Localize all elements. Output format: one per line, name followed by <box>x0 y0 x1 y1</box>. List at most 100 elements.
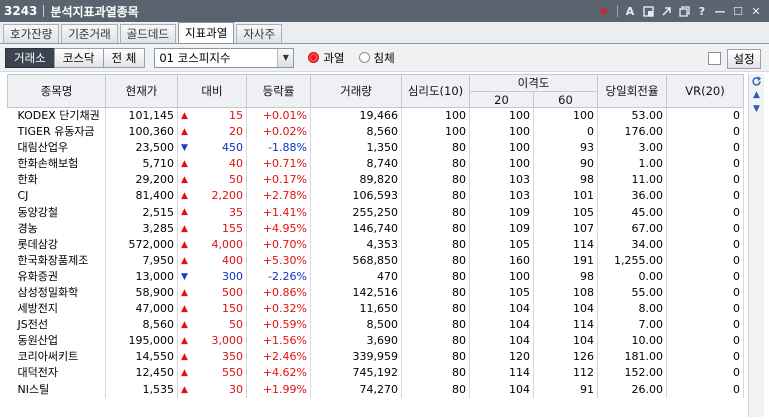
table-row[interactable]: 대덕전자 12,450 ▲ 550 +4.62% 745,192 80 114 112 152.0… <box>7 365 744 382</box>
window-controls: ▶ A ? — ☐ ✕ <box>596 2 769 20</box>
header-volume[interactable]: 거래량 <box>310 74 402 108</box>
tab-indicator-overheat[interactable]: 지표과열 <box>177 22 235 43</box>
table-row[interactable]: 동양강철 2,515 ▲ 35 +1.41% 255,250 80 109 105 45.00 0 <box>7 204 744 221</box>
table-row[interactable]: 세방전지 47,000 ▲ 150 +0.32% 11,650 80 104 104 8.00 0 <box>7 301 744 318</box>
cell-name[interactable]: 한국화장품제조 <box>7 252 106 269</box>
link-icon[interactable] <box>657 2 675 20</box>
header-disparity-20[interactable]: 20 <box>469 91 534 108</box>
cell-psych: 80 <box>401 301 470 318</box>
radio-recession-dot[interactable] <box>358 52 370 63</box>
header-disparity-60[interactable]: 60 <box>533 91 598 108</box>
cell-name[interactable]: 한화 <box>7 172 106 189</box>
cell-psych: 80 <box>401 333 470 350</box>
market-kosdaq-button[interactable]: 코스닥 <box>53 47 104 68</box>
cell-name[interactable]: 코리아써키트 <box>7 349 106 366</box>
index-select[interactable]: 01 코스피지수 ▼ <box>154 47 295 68</box>
radio-overheat[interactable]: 과열 <box>308 50 345 66</box>
chevron-down-icon[interactable]: ▼ <box>277 48 294 67</box>
maximize-icon[interactable]: ☐ <box>729 2 747 20</box>
table-row[interactable]: 코리아써키트 14,550 ▲ 350 +2.46% 339,959 80 120 126 181… <box>7 349 744 366</box>
cell-psych: 80 <box>401 236 470 253</box>
radio-recession[interactable]: 침체 <box>358 50 395 66</box>
font-icon[interactable]: A <box>621 2 639 20</box>
scroll-up-icon[interactable]: ▲ <box>749 88 764 102</box>
table-row[interactable]: 유화증권 13,000 ▼ 300 -2.26% 470 80 100 98 0.00 0 <box>7 268 744 285</box>
market-all-button[interactable]: 전 체 <box>102 47 146 68</box>
cell-name[interactable]: NI스틸 <box>7 381 106 398</box>
cell-name[interactable]: 한화손해보험 <box>7 156 106 173</box>
cell-price: 8,560 <box>105 317 178 334</box>
cell-price: 47,000 <box>105 301 178 318</box>
cell-name[interactable]: KODEX 단기채권 <box>7 107 106 124</box>
window-list-icon[interactable] <box>675 2 693 20</box>
table-row[interactable]: TIGER 유동자금 100,360 ▲ 20 +0.02% 8,560 100 100 0 17… <box>7 124 744 141</box>
close-icon[interactable]: ✕ <box>747 2 765 20</box>
table-row[interactable]: 경농 3,285 ▲ 155 +4.95% 146,740 80 109 107 67.00 0 <box>7 220 744 237</box>
cell-name[interactable]: 삼성정밀화학 <box>7 284 106 302</box>
table-row[interactable]: 한화 29,200 ▲ 50 +0.17% 89,820 80 103 98 11.00 0 <box>7 172 744 189</box>
cell-name[interactable]: 대림산업우 <box>7 140 106 157</box>
header-vr[interactable]: VR(20) <box>666 74 744 108</box>
table-row[interactable]: 롯데삼강 572,000 ▲ 4,000 +0.70% 4,353 80 105 114 34.0… <box>7 236 744 253</box>
table-row[interactable]: 삼성정밀화학 58,900 ▲ 500 +0.86% 142,516 80 105 108 55.… <box>7 284 744 302</box>
cell-psych: 80 <box>401 349 470 366</box>
cell-volume: 568,850 <box>310 252 402 269</box>
table-row[interactable]: CJ 81,400 ▲ 2,200 +2.78% 106,593 80 103 101 36.00… <box>7 188 744 205</box>
option-checkbox[interactable] <box>708 52 721 65</box>
table-row[interactable]: NI스틸 1,535 ▲ 30 +1.99% 74,270 80 104 91 26.00 0 <box>7 381 744 398</box>
table-row[interactable]: JS전선 8,560 ▲ 50 +0.59% 8,500 80 104 114 7.00 0 <box>7 317 744 334</box>
radio-overheat-dot[interactable] <box>308 52 320 63</box>
minimize-icon[interactable]: — <box>711 2 729 20</box>
cell-turnover: 11.00 <box>597 172 667 189</box>
table-row[interactable]: 한국화장품제조 7,950 ▲ 400 +5.30% 568,850 80 160 191 1,2… <box>7 252 744 269</box>
cell-name[interactable]: 세방전지 <box>7 301 106 318</box>
cell-name[interactable]: TIGER 유동자금 <box>7 124 106 141</box>
tab-base-trade[interactable]: 기준거래 <box>61 24 118 43</box>
play-icon[interactable]: ▶ <box>596 2 614 20</box>
table-row[interactable]: KODEX 단기채권 101,145 ▲ 15 +0.01% 19,466 100 100 10… <box>7 107 744 124</box>
cell-name[interactable]: 대덕전자 <box>7 365 106 382</box>
cell-diff: ▲ 155 <box>177 220 247 237</box>
cell-name[interactable]: 롯데삼강 <box>7 236 106 253</box>
capture-icon[interactable] <box>639 2 657 20</box>
header-name[interactable]: 종목명 <box>7 74 106 108</box>
cell-price: 100,360 <box>105 124 178 141</box>
table-row[interactable]: 한화손해보험 5,710 ▲ 40 +0.71% 8,740 80 100 90 1.00 0 <box>7 156 744 173</box>
cell-diff-value: 3,000 <box>211 334 244 348</box>
cell-vr: 0 <box>666 107 744 124</box>
header-turnover[interactable]: 당일회전율 <box>597 74 667 108</box>
cell-name[interactable]: JS전선 <box>7 317 106 334</box>
cell-turnover: 181.00 <box>597 349 667 366</box>
up-arrow-icon: ▲ <box>181 255 188 266</box>
tab-golden-dead[interactable]: 골드데드 <box>119 24 176 43</box>
refresh-icon[interactable] <box>749 74 764 88</box>
market-kospi-button[interactable]: 거래소 <box>5 47 55 68</box>
settings-button[interactable]: 설정 <box>727 49 761 69</box>
header-psych[interactable]: 심리도(10) <box>401 74 470 108</box>
cell-disparity-60: 114 <box>533 317 598 334</box>
header-rate[interactable]: 등락률 <box>246 74 311 108</box>
cell-name[interactable]: CJ <box>7 188 106 205</box>
scroll-down-icon[interactable]: ▼ <box>749 102 764 116</box>
cell-disparity-60: 107 <box>533 220 598 237</box>
cell-name[interactable]: 경농 <box>7 220 106 237</box>
header-price[interactable]: 현재가 <box>105 74 178 108</box>
cell-name[interactable]: 동양강철 <box>7 204 106 221</box>
tab-treasury-stock[interactable]: 자사주 <box>236 24 283 43</box>
help-icon[interactable]: ? <box>693 2 711 20</box>
cell-vr: 0 <box>666 333 744 350</box>
header-diff[interactable]: 대비 <box>177 74 247 108</box>
cell-name[interactable]: 유화증권 <box>7 268 106 285</box>
cell-disparity-20: 120 <box>469 349 534 366</box>
table-row[interactable]: 대림산업우 23,500 ▼ 450 -1.88% 1,350 80 100 93 3.00 0 <box>7 140 744 157</box>
cell-name[interactable]: 동원산업 <box>7 333 106 350</box>
cell-diff: ▲ 30 <box>177 381 247 398</box>
tab-orderbook[interactable]: 호가잔량 <box>3 24 60 43</box>
cell-volume: 1,350 <box>310 140 402 157</box>
cell-volume: 3,690 <box>310 333 402 350</box>
cell-disparity-20: 160 <box>469 252 534 269</box>
cell-turnover: 3.00 <box>597 140 667 157</box>
cell-volume: 89,820 <box>310 172 402 189</box>
cell-diff: ▼ 300 <box>177 268 247 285</box>
table-row[interactable]: 동원산업 195,000 ▲ 3,000 +1.56% 3,690 80 104 104 10.0… <box>7 333 744 350</box>
